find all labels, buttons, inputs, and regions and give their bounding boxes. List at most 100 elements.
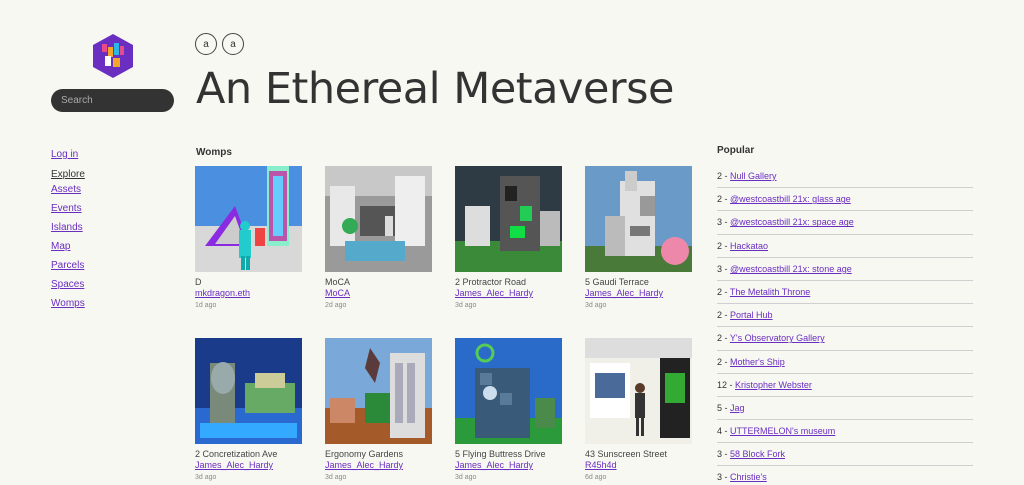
popular-item: 12 - Kristopher Webster bbox=[717, 374, 973, 397]
womp-time: 3d ago bbox=[455, 302, 477, 309]
popular-item-link[interactable]: @westcoastbill 21x: stone age bbox=[730, 264, 852, 274]
separator: - bbox=[722, 449, 731, 460]
womp-thumbnail[interactable] bbox=[455, 166, 562, 272]
popular-item: 2 - The Metalith Throne bbox=[717, 281, 973, 305]
womp-thumbnail[interactable] bbox=[325, 166, 432, 272]
womp-author-link[interactable]: James_Alec_Hardy bbox=[195, 460, 302, 471]
popular-item-link[interactable]: UTTERMELON's museum bbox=[730, 426, 835, 436]
womp-card[interactable]: Ergonomy Gardens James_Alec_Hardy 3d ago bbox=[325, 338, 432, 482]
womp-author-link[interactable]: James_Alec_Hardy bbox=[325, 460, 432, 471]
womp-title: 2 Protractor Road bbox=[455, 277, 527, 287]
login-link[interactable]: Log in bbox=[51, 149, 85, 161]
popular-item: 2 - Portal Hub bbox=[717, 304, 973, 328]
popular-item-link[interactable]: The Metalith Throne bbox=[730, 287, 810, 297]
search-input[interactable] bbox=[51, 89, 174, 112]
separator: - bbox=[722, 333, 730, 344]
popular-item-link[interactable]: Portal Hub bbox=[730, 310, 773, 320]
popular-item-link[interactable]: 58 Block Fork bbox=[730, 449, 785, 459]
womp-time: 3d ago bbox=[325, 474, 347, 481]
explore-label: Explore bbox=[51, 169, 85, 180]
popular-item-link[interactable]: Hackatao bbox=[730, 241, 768, 251]
nav-item-parcels[interactable]: Parcels bbox=[51, 260, 85, 271]
womp-author-link[interactable]: mkdragon.eth bbox=[195, 288, 302, 299]
womp-time: 1d ago bbox=[195, 302, 217, 309]
womp-author-link[interactable]: MoCA bbox=[325, 288, 432, 299]
womp-thumbnail[interactable] bbox=[455, 338, 562, 444]
page-title: An Ethereal Metaverse bbox=[196, 64, 674, 114]
logo-icon bbox=[93, 34, 133, 78]
popular-item-link[interactable]: Jag bbox=[730, 403, 745, 413]
nav-item-womps[interactable]: Womps bbox=[51, 298, 85, 309]
popular-item: 3 - 58 Block Fork bbox=[717, 443, 973, 467]
womp-title: D bbox=[195, 277, 202, 287]
popular-item-link[interactable]: @westcoastbill 21x: glass age bbox=[730, 194, 851, 204]
womp-title: 2 Concretization Ave bbox=[195, 449, 278, 459]
womp-author-link[interactable]: James_Alec_Hardy bbox=[455, 460, 562, 471]
nav-item-map[interactable]: Map bbox=[51, 241, 85, 252]
womp-author-link[interactable]: James_Alec_Hardy bbox=[585, 288, 692, 299]
womp-title: 5 Gaudi Terrace bbox=[585, 277, 649, 287]
womps-heading: Womps bbox=[196, 147, 232, 158]
womp-time: 2d ago bbox=[325, 302, 347, 309]
circle-button-2[interactable]: a bbox=[222, 33, 244, 55]
popular-item-link[interactable]: @westcoastbill 21x: space age bbox=[730, 217, 854, 227]
womp-card[interactable]: 5 Flying Buttress Drive James_Alec_Hardy… bbox=[455, 338, 562, 482]
popular-item-link[interactable]: Y's Observatory Gallery bbox=[730, 333, 825, 343]
nav-item-assets[interactable]: Assets bbox=[51, 184, 85, 195]
popular-item: 3 - @westcoastbill 21x: space age bbox=[717, 211, 973, 235]
separator: - bbox=[722, 426, 731, 437]
popular-item: 2 - Mother's Ship bbox=[717, 351, 973, 374]
separator: - bbox=[722, 217, 731, 228]
popular-item: 5 - Jag bbox=[717, 397, 973, 421]
separator: - bbox=[722, 263, 731, 274]
womp-card[interactable]: D mkdragon.eth 1d ago bbox=[195, 166, 302, 310]
popular-item-link[interactable]: Christie's bbox=[730, 472, 767, 482]
separator: - bbox=[722, 472, 731, 483]
separator: - bbox=[722, 286, 730, 297]
popular-item: 2 - Hackatao bbox=[717, 235, 973, 258]
popular-item-link[interactable]: Mother's Ship bbox=[730, 357, 785, 367]
popular-item: 3 - @westcoastbill 21x: stone age bbox=[717, 258, 973, 281]
nav-item-islands[interactable]: Islands bbox=[51, 222, 85, 233]
separator: - bbox=[722, 240, 731, 251]
womp-card[interactable]: 43 Sunscreen Street R45h4d 6d ago bbox=[585, 338, 692, 482]
womp-card[interactable]: 2 Concretization Ave James_Alec_Hardy 3d… bbox=[195, 338, 302, 482]
womp-time: 6d ago bbox=[585, 474, 607, 481]
womp-card[interactable]: 5 Gaudi Terrace James_Alec_Hardy 3d ago bbox=[585, 166, 692, 310]
separator: - bbox=[722, 310, 731, 321]
womp-card[interactable]: 2 Protractor Road James_Alec_Hardy 3d ag… bbox=[455, 166, 562, 310]
separator: - bbox=[722, 194, 731, 205]
separator: - bbox=[722, 171, 731, 181]
separator: - bbox=[727, 379, 736, 390]
left-nav: Log in Explore Assets Events Islands Map… bbox=[51, 148, 85, 317]
womp-thumbnail[interactable] bbox=[195, 166, 302, 272]
logo[interactable] bbox=[93, 34, 133, 78]
womp-time: 3d ago bbox=[195, 474, 217, 481]
womp-card[interactable]: MoCA MoCA 2d ago bbox=[325, 166, 432, 310]
womp-title: 5 Flying Buttress Drive bbox=[455, 449, 546, 459]
popular-item: 2 - Null Gallery bbox=[717, 165, 973, 189]
womp-author-link[interactable]: R45h4d bbox=[585, 460, 692, 471]
womp-title: Ergonomy Gardens bbox=[325, 449, 404, 459]
popular-item: 2 - Y's Observatory Gallery bbox=[717, 327, 973, 351]
popular-list: 2 - Null Gallery 2 - @westcoastbill 21x: … bbox=[717, 165, 973, 485]
popular-heading: Popular bbox=[717, 145, 755, 156]
nav-item-spaces[interactable]: Spaces bbox=[51, 279, 85, 290]
womp-thumbnail[interactable] bbox=[585, 166, 692, 272]
womp-time: 3d ago bbox=[585, 302, 607, 309]
womp-thumbnail[interactable] bbox=[195, 338, 302, 444]
popular-item: 4 - UTTERMELON's museum bbox=[717, 420, 973, 444]
nav-item-events[interactable]: Events bbox=[51, 203, 85, 214]
popular-item-link[interactable]: Kristopher Webster bbox=[735, 380, 812, 390]
womps-grid: D mkdragon.eth 1d ago MoCA MoCA 2d ago 2… bbox=[195, 166, 692, 482]
popular-item-count: 12 bbox=[717, 379, 728, 390]
womp-thumbnail[interactable] bbox=[585, 338, 692, 444]
womp-thumbnail[interactable] bbox=[325, 338, 432, 444]
popular-item-link[interactable]: Null Gallery bbox=[730, 171, 777, 181]
circle-button-1[interactable]: a bbox=[195, 33, 217, 55]
womp-title: MoCA bbox=[325, 277, 351, 287]
separator: - bbox=[722, 356, 731, 367]
womp-author-link[interactable]: James_Alec_Hardy bbox=[455, 288, 562, 299]
womp-time: 3d ago bbox=[455, 474, 477, 481]
popular-item: 3 - Christie's bbox=[717, 466, 973, 485]
